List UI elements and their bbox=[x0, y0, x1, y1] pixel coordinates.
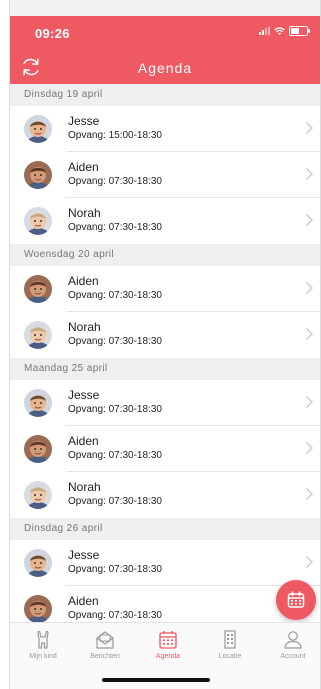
agenda-item[interactable]: Norah Opvang: 07:30-18:30 bbox=[10, 198, 320, 244]
account-icon bbox=[284, 631, 302, 649]
building-icon bbox=[224, 630, 236, 649]
messages-icon bbox=[96, 631, 114, 649]
agenda-list: Dinsdag 19 april Jesse Opvang: 15:00-18:30… bbox=[10, 84, 320, 632]
day-header: Dinsdag 26 april bbox=[10, 518, 320, 540]
chevron-right-icon bbox=[306, 396, 313, 408]
day-header: Dinsdag 19 april bbox=[10, 84, 320, 106]
chevron-right-icon bbox=[306, 442, 313, 454]
opvang-time: Opvang: 07:30-18:30 bbox=[68, 222, 162, 233]
tab-berichten[interactable]: Berichten bbox=[77, 629, 133, 660]
tab-label: Berichten bbox=[90, 653, 120, 660]
signal-icon bbox=[259, 27, 270, 35]
child-name: Jesse bbox=[68, 114, 100, 128]
agenda-item[interactable]: Jesse Opvang: 07:30-18:30 bbox=[10, 380, 320, 426]
child-name: Norah bbox=[68, 320, 101, 334]
avatar bbox=[24, 481, 52, 509]
chevron-right-icon bbox=[306, 282, 313, 294]
child-name: Norah bbox=[68, 480, 101, 494]
avatar bbox=[24, 161, 52, 189]
status-icons bbox=[259, 26, 310, 36]
tab-agenda[interactable]: Agenda bbox=[140, 629, 196, 660]
tab-account[interactable]: Account bbox=[265, 629, 320, 660]
tab-label: Agenda bbox=[155, 653, 181, 660]
child-name: Jesse bbox=[68, 548, 100, 562]
calendar-fab-button[interactable] bbox=[276, 580, 316, 620]
opvang-time: Opvang: 07:30-18:30 bbox=[68, 290, 162, 301]
app-screen: 09:26 Agenda Dinsdag 19 april Jesse Opvang… bbox=[9, 0, 321, 689]
tab-locatie[interactable]: Locatie bbox=[202, 629, 258, 660]
avatar bbox=[24, 321, 52, 349]
home-indicator bbox=[102, 678, 210, 682]
day-header: Maandag 25 april bbox=[10, 358, 320, 380]
child-icon bbox=[37, 630, 49, 649]
opvang-time: Opvang: 07:30-18:30 bbox=[68, 496, 162, 507]
tab-label: Account bbox=[280, 653, 306, 660]
agenda-item[interactable]: Aiden Opvang: 07:30-18:30 bbox=[10, 426, 320, 472]
opvang-time: Opvang: 15:00-18:30 bbox=[68, 130, 162, 141]
day-header: Woensdag 20 april bbox=[10, 244, 320, 266]
opvang-time: Opvang: 07:30-18:30 bbox=[68, 450, 162, 461]
page-title: Agenda bbox=[137, 60, 193, 76]
avatar bbox=[24, 549, 52, 577]
chevron-right-icon bbox=[306, 488, 313, 500]
app-header: 09:26 Agenda bbox=[10, 16, 320, 84]
avatar bbox=[24, 435, 52, 463]
agenda-item[interactable]: Norah Opvang: 07:30-18:30 bbox=[10, 312, 320, 358]
avatar bbox=[24, 275, 52, 303]
child-name: Jesse bbox=[68, 388, 100, 402]
agenda-item[interactable]: Aiden Opvang: 07:30-18:30 bbox=[10, 152, 320, 198]
calendar-icon bbox=[287, 591, 305, 608]
child-name: Aiden bbox=[68, 274, 99, 288]
opvang-time: Opvang: 07:30-18:30 bbox=[68, 610, 162, 621]
avatar bbox=[24, 207, 52, 235]
chevron-right-icon bbox=[306, 168, 313, 180]
opvang-time: Opvang: 07:30-18:30 bbox=[68, 404, 162, 415]
opvang-time: Opvang: 07:30-18:30 bbox=[68, 564, 162, 575]
chevron-right-icon bbox=[306, 214, 313, 226]
child-name: Aiden bbox=[68, 594, 99, 608]
status-time: 09:26 bbox=[35, 26, 70, 41]
avatar bbox=[24, 595, 52, 623]
child-name: Aiden bbox=[68, 434, 99, 448]
chevron-right-icon bbox=[306, 328, 313, 340]
wifi-icon bbox=[274, 27, 285, 35]
avatar bbox=[24, 389, 52, 417]
tab-mijn-kind[interactable]: Mijn kind bbox=[15, 629, 71, 660]
agenda-item[interactable]: Jesse Opvang: 15:00-18:30 bbox=[10, 106, 320, 152]
opvang-time: Opvang: 07:30-18:30 bbox=[68, 176, 162, 187]
calendar-icon bbox=[159, 631, 177, 649]
tab-label: Locatie bbox=[218, 653, 242, 660]
avatar bbox=[24, 115, 52, 143]
agenda-item[interactable]: Norah Opvang: 07:30-18:30 bbox=[10, 472, 320, 518]
child-name: Aiden bbox=[68, 160, 99, 174]
opvang-time: Opvang: 07:30-18:30 bbox=[68, 336, 162, 347]
tab-label: Mijn kind bbox=[29, 653, 57, 660]
battery-icon bbox=[289, 26, 310, 36]
agenda-item[interactable]: Jesse Opvang: 07:30-18:30 bbox=[10, 540, 320, 586]
chevron-right-icon bbox=[306, 556, 313, 568]
chevron-right-icon bbox=[306, 122, 313, 134]
agenda-item[interactable]: Aiden Opvang: 07:30-18:30 bbox=[10, 266, 320, 312]
child-name: Norah bbox=[68, 206, 101, 220]
